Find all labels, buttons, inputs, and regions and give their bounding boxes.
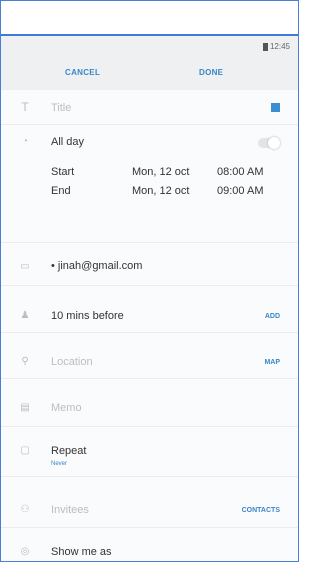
memo-icon: ▤ [20,402,30,413]
repeat-label: Repeat [51,445,87,457]
status-time: 12:45 [269,42,290,51]
show-me-as-row[interactable]: ◎ Show me as [1,538,298,561]
datetime-block: Start Mon, 12 oct 08:00 AM End Mon, 12 o… [1,160,298,208]
all-day-toggle[interactable] [258,137,280,149]
battery-icon [262,42,268,51]
status-icon: ◎ [20,546,30,557]
reminder-value[interactable]: 10 mins before [51,310,124,322]
status-bar: 12:45 [262,42,290,51]
calendar-row[interactable]: ▭ • jinah@gmail.com [1,250,298,284]
repeat-icon: ▢ [20,445,30,456]
calendar-account[interactable]: • jinah@gmail.com [51,260,142,272]
reminder-row[interactable]: ♟ 10 mins before ADD [1,300,298,334]
color-picker[interactable] [271,103,280,112]
clock-icon: ◔ [21,136,29,147]
calendar-icon: ▭ [20,261,30,272]
people-icon: ⚇ [20,504,30,515]
toggle-knob [268,137,280,149]
location-field[interactable]: Location [51,356,93,368]
all-day-row: ◔ All day [1,125,298,159]
start-date[interactable]: Mon, 12 oct [132,166,189,178]
map-button[interactable]: MAP [264,359,280,366]
all-day-label: All day [51,136,85,148]
divider [1,285,298,286]
end-time[interactable]: 09:00 AM [217,185,263,197]
start-label: Start [51,166,75,178]
end-label: End [51,185,71,197]
divider [1,242,298,243]
event-form: T Title ◔ All day Start Mon, 12 oct 08:0… [1,90,298,561]
divider [1,476,298,477]
start-time[interactable]: 08:00 AM [217,166,263,178]
divider [1,527,298,528]
invitees-field[interactable]: Invitees [51,504,89,516]
memo-field[interactable]: Memo [51,402,82,414]
end-date[interactable]: Mon, 12 oct [132,185,189,197]
repeat-value: Never [51,461,68,467]
title-field[interactable]: Title [51,102,71,114]
divider [1,426,298,427]
done-button[interactable]: DONE [199,68,223,77]
invitees-row[interactable]: ⚇ Invitees CONTACTS [1,494,298,528]
cancel-button[interactable]: CANCEL [65,68,100,77]
location-pin-icon: ⚲ [21,356,29,367]
divider [1,378,298,379]
phone-frame: 12:45 CANCEL DONE T Title ◔ All day Star… [0,0,299,562]
location-row[interactable]: ⚲ Location MAP [1,346,298,380]
add-reminder-button[interactable]: ADD [265,313,280,320]
title-row[interactable]: T Title [1,90,298,124]
top-blank-area [1,1,298,33]
show-me-as-label: Show me as [51,546,112,558]
header-bar: 12:45 CANCEL DONE [1,34,298,92]
text-icon: T [21,100,29,114]
divider [1,332,298,333]
memo-row[interactable]: ▤ Memo [1,392,298,426]
bell-icon: ♟ [20,310,30,321]
contacts-button[interactable]: CONTACTS [242,507,280,514]
repeat-row[interactable]: ▢ Repeat Never [1,435,298,475]
